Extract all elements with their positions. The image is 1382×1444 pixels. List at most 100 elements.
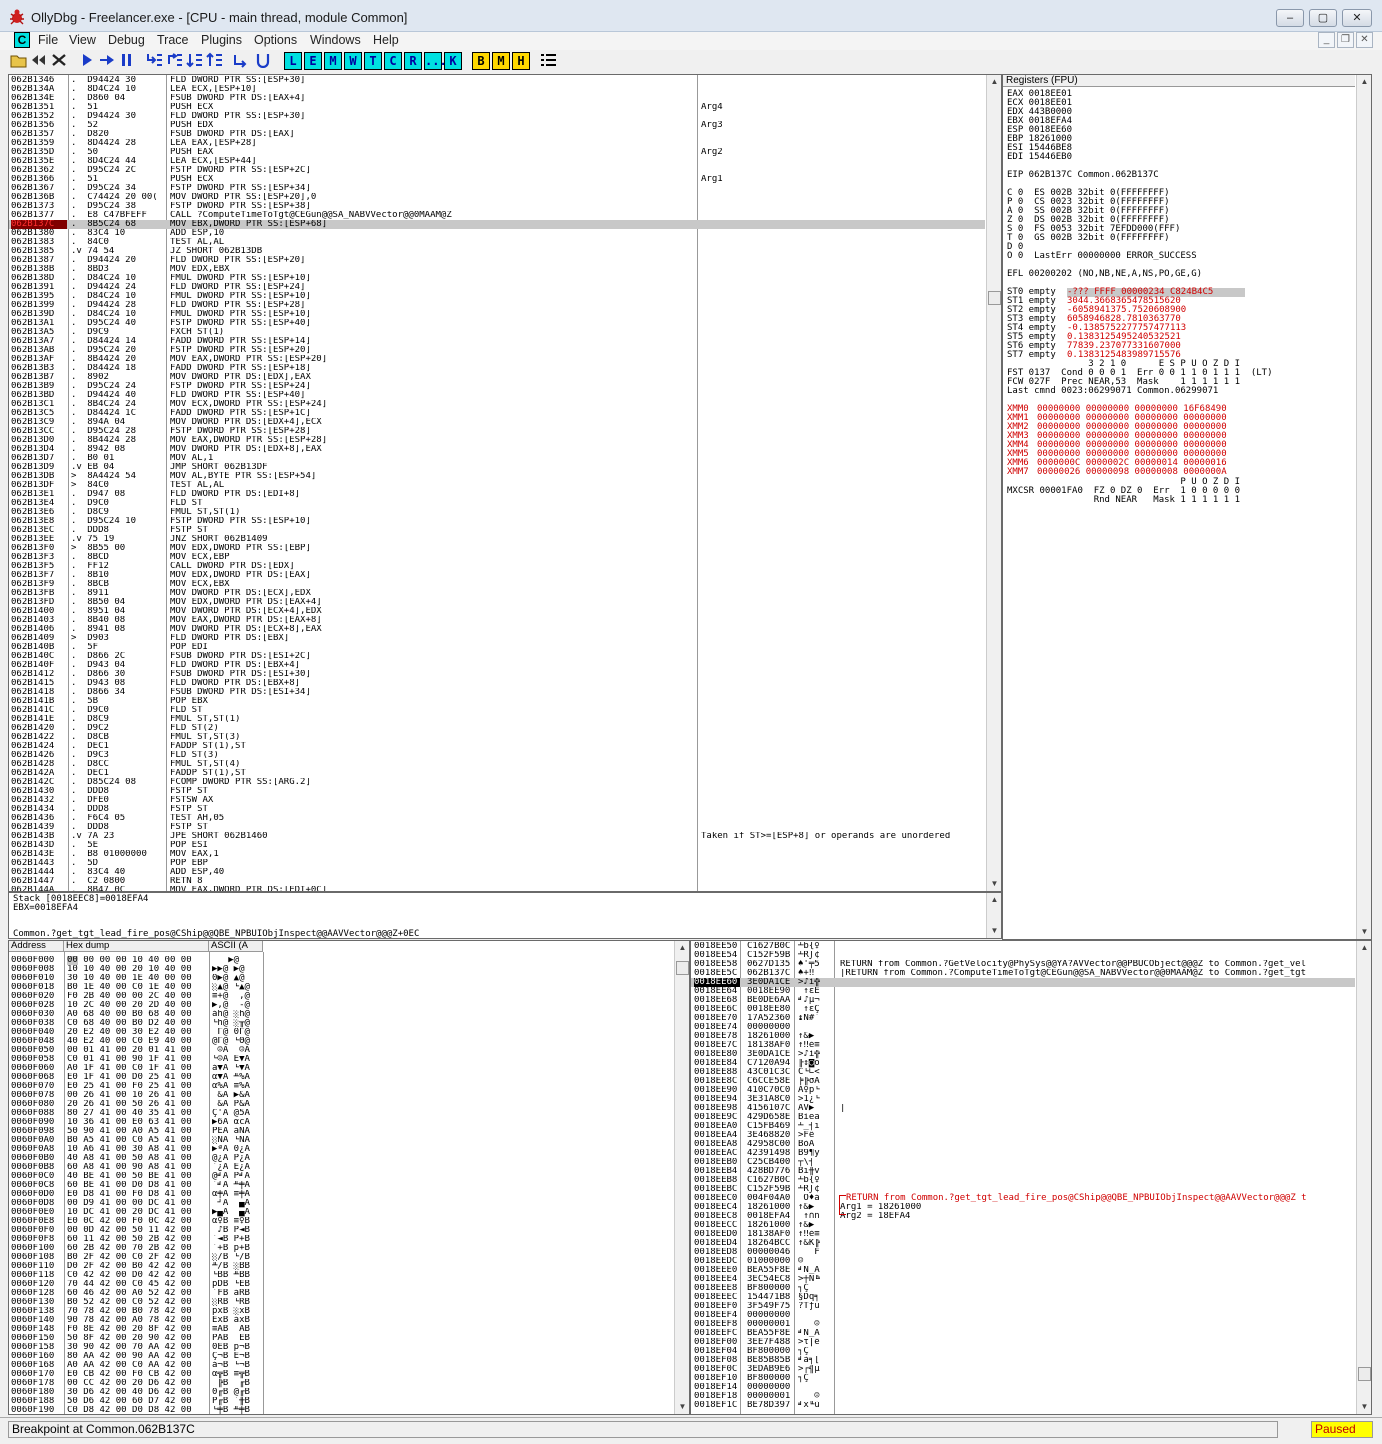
dump-row[interactable]: 0060F030 A0 68 40 00 B0 68 40 00 áh@ ░h@ <box>9 1010 669 1019</box>
disasm-row[interactable]: 062B13A7 . D84424 14 FADD DWORD PTR SS:[E… <box>9 337 985 346</box>
disasm-row[interactable]: 062B13EE .v 75 19 JNZ SHORT 062B1409 <box>9 535 985 544</box>
cpu-button[interactable]: C <box>384 52 402 70</box>
stack-row[interactable]: 0018EE68 BE0DE6AA ╛♪µ¬ <box>691 996 1355 1005</box>
disasm-row[interactable]: 062B1385 .v 74 54 JZ SHORT 062B13DB <box>9 247 985 256</box>
stack-row[interactable]: 0018EF1C BE78D397 ╛x╙ù <box>691 1401 1355 1410</box>
registers-pane[interactable]: Registers (FPU) EAX 0018EE01 ECX 0018EE01… <box>1002 74 1372 940</box>
disasm-row[interactable]: 062B137C . 8B5C24 68 MOV EBX,DWORD PTR SS… <box>9 220 985 229</box>
disasm-row[interactable]: 062B1351 . 51 PUSH ECX Arg4 <box>9 103 985 112</box>
dump-row[interactable]: 0060F160 80 AA 42 00 90 AA 42 00 Ç¬B É¬B <box>9 1352 669 1361</box>
disasm-row[interactable]: 062B13B9 . D95C24 24 FSTP DWORD PTR SS:[E… <box>9 382 985 391</box>
stack-row[interactable]: 0018EE60 3E0DA1CE >♪í╬ <box>691 978 1355 987</box>
scroll-up-icon[interactable]: ▲ <box>1357 75 1371 89</box>
breakpoints-button[interactable]: B <box>472 52 490 70</box>
dump-row[interactable]: 0060F108 B0 2F 42 00 C0 2F 42 00 ░/B └/B <box>9 1253 669 1262</box>
disasm-row[interactable]: 062B1367 . D95C24 34 FSTP DWORD PTR SS:[E… <box>9 184 985 193</box>
disasm-row[interactable]: 062B1366 . 51 PUSH ECX Arg1 <box>9 175 985 184</box>
disasm-row[interactable]: 062B1383 . 84C0 TEST AL,AL <box>9 238 985 247</box>
hardware-breakpoints-button[interactable]: H <box>512 52 530 70</box>
threads-button[interactable]: T <box>364 52 382 70</box>
stack-row[interactable]: 0018EE6C 0018EE80 ↑εÇ <box>691 1005 1355 1014</box>
dump-row[interactable]: 0060F100 60 2B 42 00 70 2B 42 00 `+B p+B <box>9 1244 669 1253</box>
disasm-row[interactable]: 062B1356 . 52 PUSH EDX Arg3 <box>9 121 985 130</box>
dump-header-hex[interactable]: Hex dump <box>64 941 209 952</box>
dump-row[interactable]: 0060F0D8 00 D9 41 00 00 DC 41 00 ┘A ▄A <box>9 1199 669 1208</box>
disasm-row[interactable]: 062B1346 . D94424 30 FLD DWORD PTR SS:[ES… <box>9 76 985 85</box>
windows-button[interactable]: W <box>344 52 362 70</box>
stack-row[interactable]: 0018EE54 C152F59B ┴R⌡¢ <box>691 951 1355 960</box>
dump-row[interactable]: 0060F118 C0 42 42 00 D0 42 42 00 └BB ╨BB <box>9 1271 669 1280</box>
disasm-row[interactable]: 062B13DB > 8A4424 54 MOV AL,BYTE PTR SS:[… <box>9 472 985 481</box>
stack-row[interactable]: 0018EE88 43C01C3C C└∟< <box>691 1068 1355 1077</box>
disasm-row[interactable]: 062B143D . 5E POP ESI <box>9 841 985 850</box>
stack-row[interactable]: 0018EEE0 BEA55F8E ╛Ñ_Ä <box>691 1266 1355 1275</box>
disasm-row[interactable]: 062B13B7 . 8902 MOV DWORD PTR DS:[EDX],EA… <box>9 373 985 382</box>
disasm-row[interactable]: 062B1420 . D9C2 FLD ST(2) <box>9 724 985 733</box>
disasm-row[interactable]: 062B1380 . 83C4 10 ADD ESP,10 <box>9 229 985 238</box>
stack-row[interactable]: 0018EE58 0627D135 ♠'╤5 RETURN from Common.?… <box>691 960 1355 969</box>
stack-row[interactable]: 0018EED0 18138AF0 ↑‼è≡ <box>691 1230 1355 1239</box>
dump-row[interactable]: 0060F020 F0 2B 40 00 00 2C 40 00 ≡+@ ,@ <box>9 992 669 1001</box>
dump-row[interactable]: 0060F168 A0 AA 42 00 C0 AA 42 00 á¬B └¬B <box>9 1361 669 1370</box>
disasm-row[interactable]: 062B13BD . D94424 40 FLD DWORD PTR SS:[ES… <box>9 391 985 400</box>
stack-row[interactable]: 0018EEF8 00000001 ☺ <box>691 1320 1355 1329</box>
stack-row[interactable]: 0018EED4 18264BCC ↑&K╠ <box>691 1239 1355 1248</box>
disasm-row[interactable]: 062B140B . 5F POP EDI <box>9 643 985 652</box>
stack-row[interactable]: 0018EEF0 3F549F75 ?Tƒu <box>691 1302 1355 1311</box>
disasm-row[interactable]: 062B134A . 8D4C24 10 LEA ECX,[ESP+10] <box>9 85 985 94</box>
stack-row[interactable]: 0018EE7C 18138AF0 ↑‼è≡ <box>691 1041 1355 1050</box>
scroll-up-icon[interactable]: ▲ <box>675 941 689 955</box>
scroll-up-icon[interactable]: ▲ <box>987 75 1001 89</box>
step-over-icon[interactable] <box>166 52 184 70</box>
scroll-down-icon[interactable]: ▼ <box>987 924 1001 938</box>
disasm-row[interactable]: 062B135D . 50 PUSH EAX Arg2 <box>9 148 985 157</box>
dump-row[interactable]: 0060F038 C0 68 40 00 B0 D2 40 00 └h@ ░╥@ <box>9 1019 669 1028</box>
disasm-row[interactable]: 062B13DF > 84C0 TEST AL,AL <box>9 481 985 490</box>
disasm-row[interactable]: 062B142C . D85C24 08 FCOMP DWORD PTR SS:[… <box>9 778 985 787</box>
disasm-row[interactable]: 062B1406 . 8941 08 MOV DWORD PTR DS:[ECX+… <box>9 625 985 634</box>
scroll-thumb[interactable] <box>1358 1367 1371 1381</box>
stack-row[interactable]: 0018EECC 18261000 ↑&▶ <box>691 1221 1355 1230</box>
disasm-row[interactable]: 062B13D4 . 8942 08 MOV DWORD PTR DS:[EDX+… <box>9 445 985 454</box>
dump-row[interactable]: 0060F040 20 E2 40 00 30 E2 40 00 Γ@ 0Γ@ <box>9 1028 669 1037</box>
disasm-row[interactable]: 062B1426 . D9C3 FLD ST(3) <box>9 751 985 760</box>
close-button[interactable]: ✕ <box>1342 9 1372 27</box>
scroll-down-icon[interactable]: ▼ <box>1357 1400 1371 1414</box>
disasm-row[interactable]: 062B140F . D943 04 FLD DWORD PTR DS:[EBX+… <box>9 661 985 670</box>
disassembly-pane[interactable]: 062B1346 . D94424 30 FLD DWORD PTR SS:[ES… <box>8 74 1002 892</box>
dump-row[interactable]: 0060F060 A0 1F 41 00 C0 1F 41 00 á▼A └▼A <box>9 1064 669 1073</box>
disasm-row[interactable]: 062B13C5 . D84424 1C FADD DWORD PTR SS:[E… <box>9 409 985 418</box>
trace-into-icon[interactable] <box>186 52 204 70</box>
pause-icon[interactable] <box>118 52 136 70</box>
stack-row[interactable]: 0018EE74 00000000 <box>691 1023 1355 1032</box>
stack-row[interactable]: 0018EEB8 C1627B0C ┴b{♀ <box>691 1176 1355 1185</box>
menu-file[interactable]: File <box>38 33 58 47</box>
disasm-row[interactable]: 062B1409 > D903 FLD DWORD PTR DS:[EBX] <box>9 634 985 643</box>
disasm-row[interactable]: 062B13FB . 8911 MOV DWORD PTR DS:[ECX],ED… <box>9 589 985 598</box>
disasm-row[interactable]: 062B1439 . DDD8 FSTP ST <box>9 823 985 832</box>
disasm-row[interactable]: 062B13F0 > 8B55 00 MOV EDX,DWORD PTR SS:[… <box>9 544 985 553</box>
disasm-row[interactable]: 062B13B3 . D84424 18 FADD DWORD PTR SS:[E… <box>9 364 985 373</box>
dump-row[interactable]: 0060F018 B0 1E 40 00 C0 1E 40 00 ░▲@ └▲@ <box>9 983 669 992</box>
dump-row[interactable]: 0060F110 D0 2F 42 00 B0 42 42 00 ╨/B ░BB <box>9 1262 669 1271</box>
stack-pane[interactable]: 0018EE50 C1627B0C ┴b{♀ 0018EE54 C152F59B ┴R⌡¢… <box>690 940 1372 1415</box>
disasm-row[interactable]: 062B141B . 5B POP EBX <box>9 697 985 706</box>
disasm-row[interactable]: 062B13AF . 8B4424 20 MOV EAX,DWORD PTR SS… <box>9 355 985 364</box>
stack-row[interactable]: 0018EE80 3E0DA1CE >♪í╬ <box>691 1050 1355 1059</box>
disasm-row[interactable]: 062B142A . DEC1 FADDP ST(1),ST <box>9 769 985 778</box>
terminate-icon[interactable] <box>50 52 68 70</box>
memory-breakpoints-button[interactable]: M <box>492 52 510 70</box>
dump-row[interactable]: 0060F078 00 26 41 00 10 26 41 00 &A ▶&A <box>9 1091 669 1100</box>
scroll-up-icon[interactable]: ▲ <box>1357 941 1371 955</box>
dump-row[interactable]: 0060F028 10 2C 40 00 20 2D 40 00 ▶,@ -@ <box>9 1001 669 1010</box>
disasm-row[interactable]: 062B138D . D84C24 10 FMUL DWORD PTR SS:[E… <box>9 274 985 283</box>
disasm-row[interactable]: 062B1434 . DDD8 FSTP ST <box>9 805 985 814</box>
stack-row[interactable]: 0018EEB0 C25CB400 ┬\┤ <box>691 1158 1355 1167</box>
disasm-row[interactable]: 062B1447 . C2 0800 RETN 8 <box>9 877 985 886</box>
disasm-row[interactable]: 062B13F5 . FF12 CALL DWORD PTR DS:[EDX] <box>9 562 985 571</box>
dump-row[interactable]: 0060F178 00 CC 42 00 20 D6 42 00 ╠B ╓B <box>9 1379 669 1388</box>
stack-row[interactable]: 0018EF18 00000001 ☺ <box>691 1392 1355 1401</box>
dump-row[interactable]: 0060F068 E0 1F 41 00 D0 25 41 00 α▼A ╨%A <box>9 1073 669 1082</box>
stack-scrollbar[interactable]: ▲ ▼ <box>1356 941 1371 1414</box>
dump-row[interactable]: 0060F0F8 60 11 42 00 50 2B 42 00 `◄B P+B <box>9 1235 669 1244</box>
